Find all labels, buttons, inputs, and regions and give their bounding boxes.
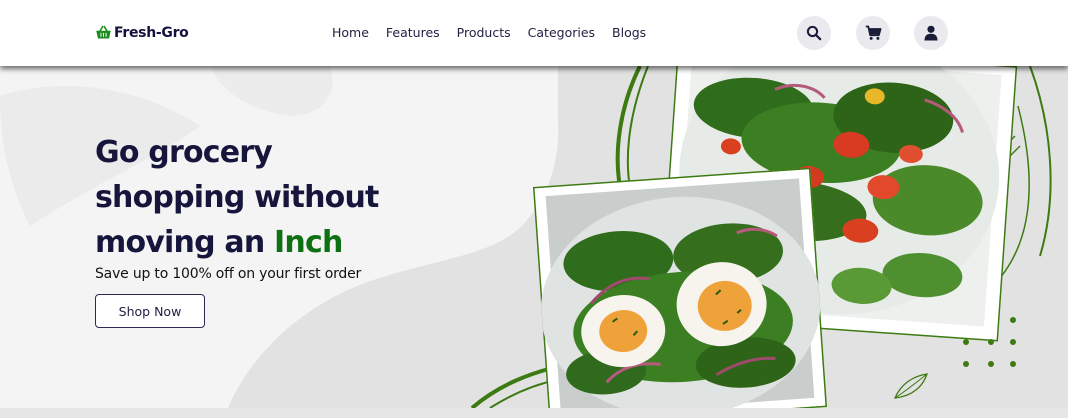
user-icon	[924, 25, 938, 41]
next-section-edge	[0, 408, 1068, 418]
basket-icon	[96, 25, 111, 39]
decorative-dots	[963, 317, 1016, 367]
shop-now-button[interactable]: Shop Now	[95, 294, 205, 328]
hero-title-line1: Go grocery	[95, 135, 273, 170]
main-nav: Home Features Products Categories Blogs	[332, 25, 646, 40]
site-header: Fresh-Gro Home Features Products Categor…	[0, 0, 1068, 66]
leaf-doodle-icon	[893, 373, 928, 399]
hero-subtitle: Save up to 100% off on your first order	[95, 266, 362, 282]
egg-salad-photo	[532, 167, 828, 408]
search-button[interactable]	[797, 16, 831, 50]
nav-features[interactable]: Features	[386, 25, 440, 40]
hero-title-line3: moving an	[95, 225, 275, 260]
cart-button[interactable]	[856, 16, 890, 50]
hero-title-line2: shopping without	[95, 180, 379, 215]
search-icon	[806, 25, 822, 41]
hero-title: Go grocery shopping without moving an In…	[95, 130, 425, 265]
cart-icon	[865, 25, 881, 40]
nav-products[interactable]: Products	[457, 25, 511, 40]
logo-text: Fresh-Gro	[114, 24, 189, 41]
account-button[interactable]	[914, 16, 948, 50]
nav-blogs[interactable]: Blogs	[612, 25, 646, 40]
hero-section: Go grocery shopping without moving an In…	[0, 66, 1068, 408]
nav-home[interactable]: Home	[332, 25, 369, 40]
hero-title-highlight: Inch	[274, 225, 343, 260]
logo[interactable]: Fresh-Gro	[95, 24, 189, 41]
nav-categories[interactable]: Categories	[528, 25, 595, 40]
